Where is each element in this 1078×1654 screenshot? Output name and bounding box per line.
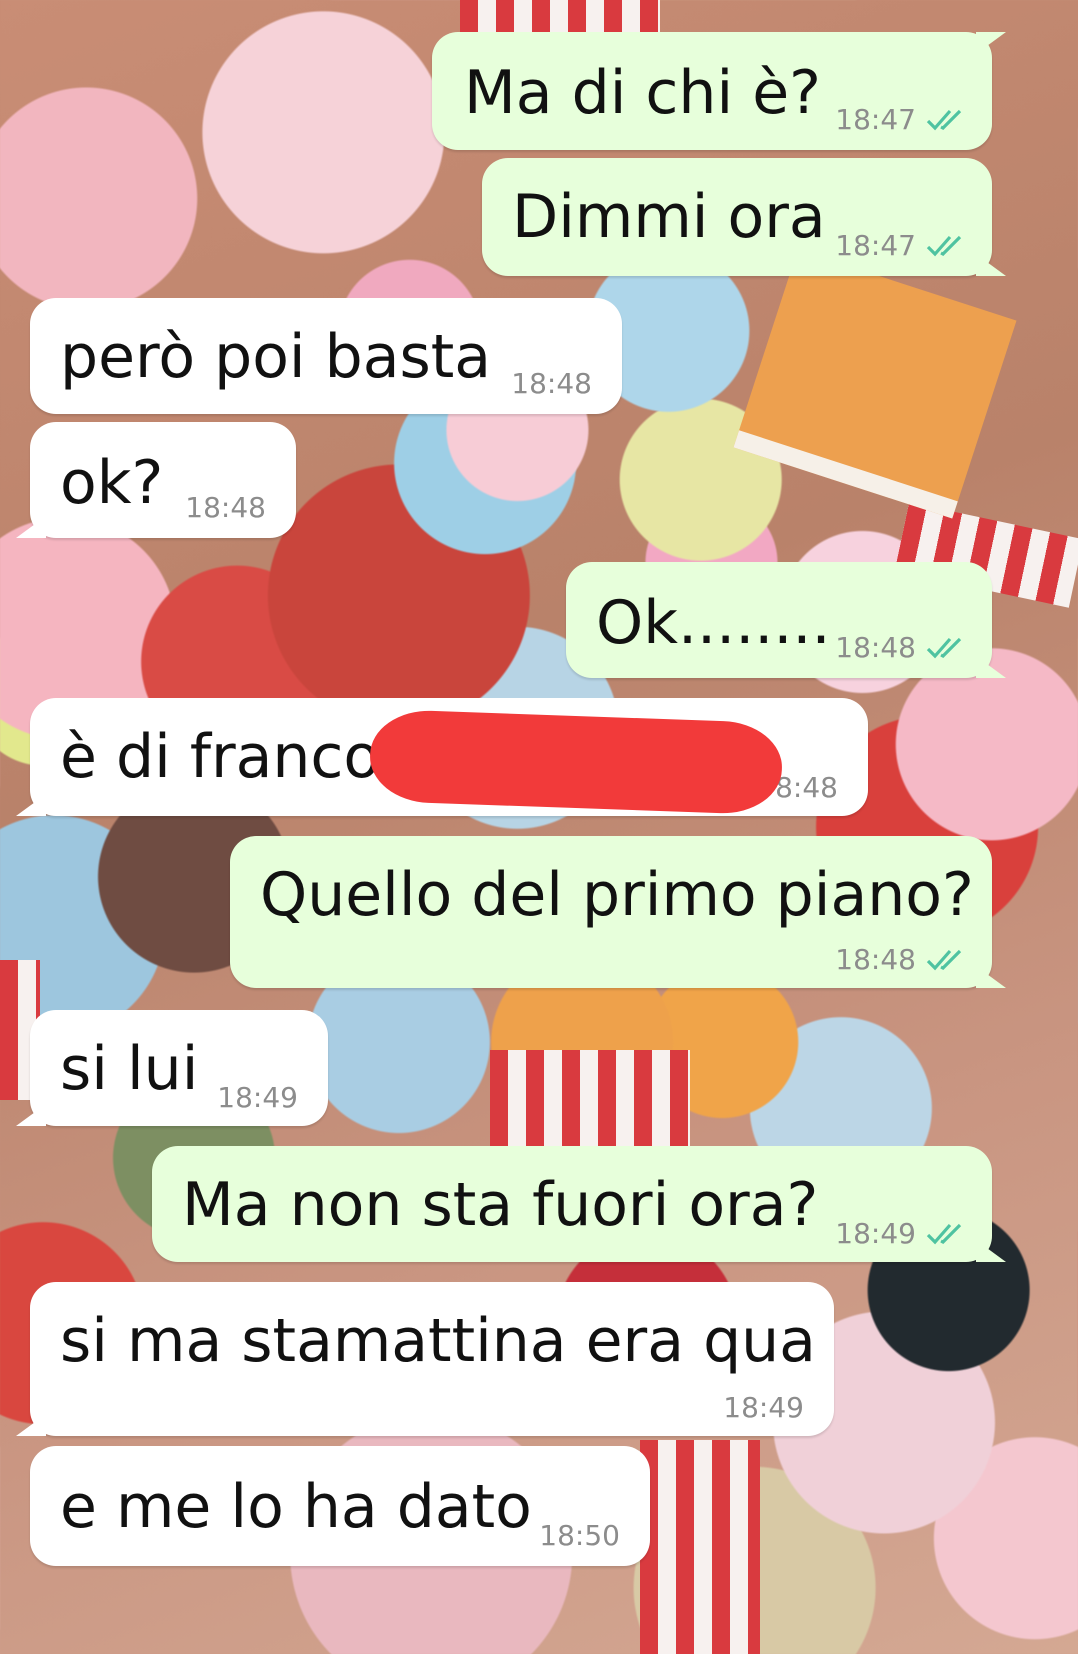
message-text: è di franco <box>60 722 381 792</box>
message-meta: 18:48 <box>835 943 972 976</box>
redaction-scribble <box>368 708 784 816</box>
bubble-tail <box>16 516 46 538</box>
bubble-tail <box>976 656 1006 678</box>
message-text: Ma non sta fuori ora? <box>182 1170 819 1240</box>
message-meta: 18:50 <box>539 1519 620 1552</box>
double-check-icon <box>926 637 962 658</box>
double-check-icon <box>926 949 962 970</box>
message-time: 18:49 <box>217 1081 298 1114</box>
message-time: 18:49 <box>835 1217 916 1250</box>
message-time: 18:48 <box>835 943 916 976</box>
message-time: 18:49 <box>723 1391 804 1424</box>
message-bubble-incoming[interactable]: però poi basta 18:48 <box>30 298 622 414</box>
message-text: Quello del primo piano? <box>260 860 974 930</box>
message-text: ok? <box>60 448 164 518</box>
message-bubble-incoming[interactable]: si lui 18:49 <box>16 1010 328 1126</box>
message-time: 18:50 <box>539 1519 620 1552</box>
message-bubble-outgoing[interactable]: Ma di chi è? 18:47 <box>432 32 1006 150</box>
bubble-tail <box>976 1240 1006 1262</box>
message-meta: 18:48 <box>511 367 592 400</box>
message-bubble-incoming[interactable]: è di franco 8:48 <box>16 698 868 816</box>
message-time: 18:48 <box>185 491 266 524</box>
message-meta: 18:48 <box>185 491 266 524</box>
message-bubble-incoming[interactable]: ok? 18:48 <box>16 422 296 538</box>
message-text: però poi basta <box>60 322 492 392</box>
message-bubble-incoming[interactable]: si ma stamattina era qua 18:49 <box>16 1282 834 1436</box>
wallpaper-candy-square <box>733 249 1017 519</box>
message-bubble-outgoing[interactable]: Ma non sta fuori ora? 18:49 <box>152 1146 1006 1262</box>
bubble-tail <box>976 966 1006 988</box>
message-text: si ma stamattina era qua <box>60 1306 816 1376</box>
message-time: 18:47 <box>835 103 916 136</box>
message-time: 18:47 <box>835 229 916 262</box>
double-check-icon <box>926 1223 962 1244</box>
message-meta: 18:47 <box>835 229 972 262</box>
message-text: Dimmi ora <box>512 182 826 252</box>
double-check-icon <box>926 235 962 256</box>
message-time: 18:48 <box>511 367 592 400</box>
message-text: Ok........ <box>596 588 831 658</box>
bubble-tail <box>16 1104 46 1126</box>
message-time: 18:48 <box>835 631 916 664</box>
message-meta: 18:49 <box>217 1081 298 1114</box>
message-time: 8:48 <box>775 771 838 804</box>
wallpaper-candy-stripe <box>640 1440 760 1654</box>
message-meta: 8:48 <box>775 771 838 804</box>
message-bubble-outgoing[interactable]: Quello del primo piano? 18:48 <box>230 836 1006 988</box>
message-meta: 18:49 <box>723 1391 804 1424</box>
double-check-icon <box>926 109 962 130</box>
message-meta: 18:48 <box>835 631 972 664</box>
bubble-tail <box>976 254 1006 276</box>
message-bubble-outgoing[interactable]: Ok........ 18:48 <box>566 562 1006 678</box>
message-text: Ma di chi è? <box>464 58 821 128</box>
message-text: e me lo ha dato <box>60 1472 532 1542</box>
message-bubble-outgoing[interactable]: Dimmi ora 18:47 <box>482 158 1006 276</box>
message-meta: 18:49 <box>835 1217 972 1250</box>
message-meta: 18:47 <box>835 103 972 136</box>
bubble-tail <box>16 794 46 816</box>
message-bubble-incoming[interactable]: e me lo ha dato 18:50 <box>30 1446 650 1566</box>
bubble-tail <box>976 32 1006 54</box>
bubble-tail <box>16 1414 46 1436</box>
message-text: si lui <box>60 1034 199 1104</box>
